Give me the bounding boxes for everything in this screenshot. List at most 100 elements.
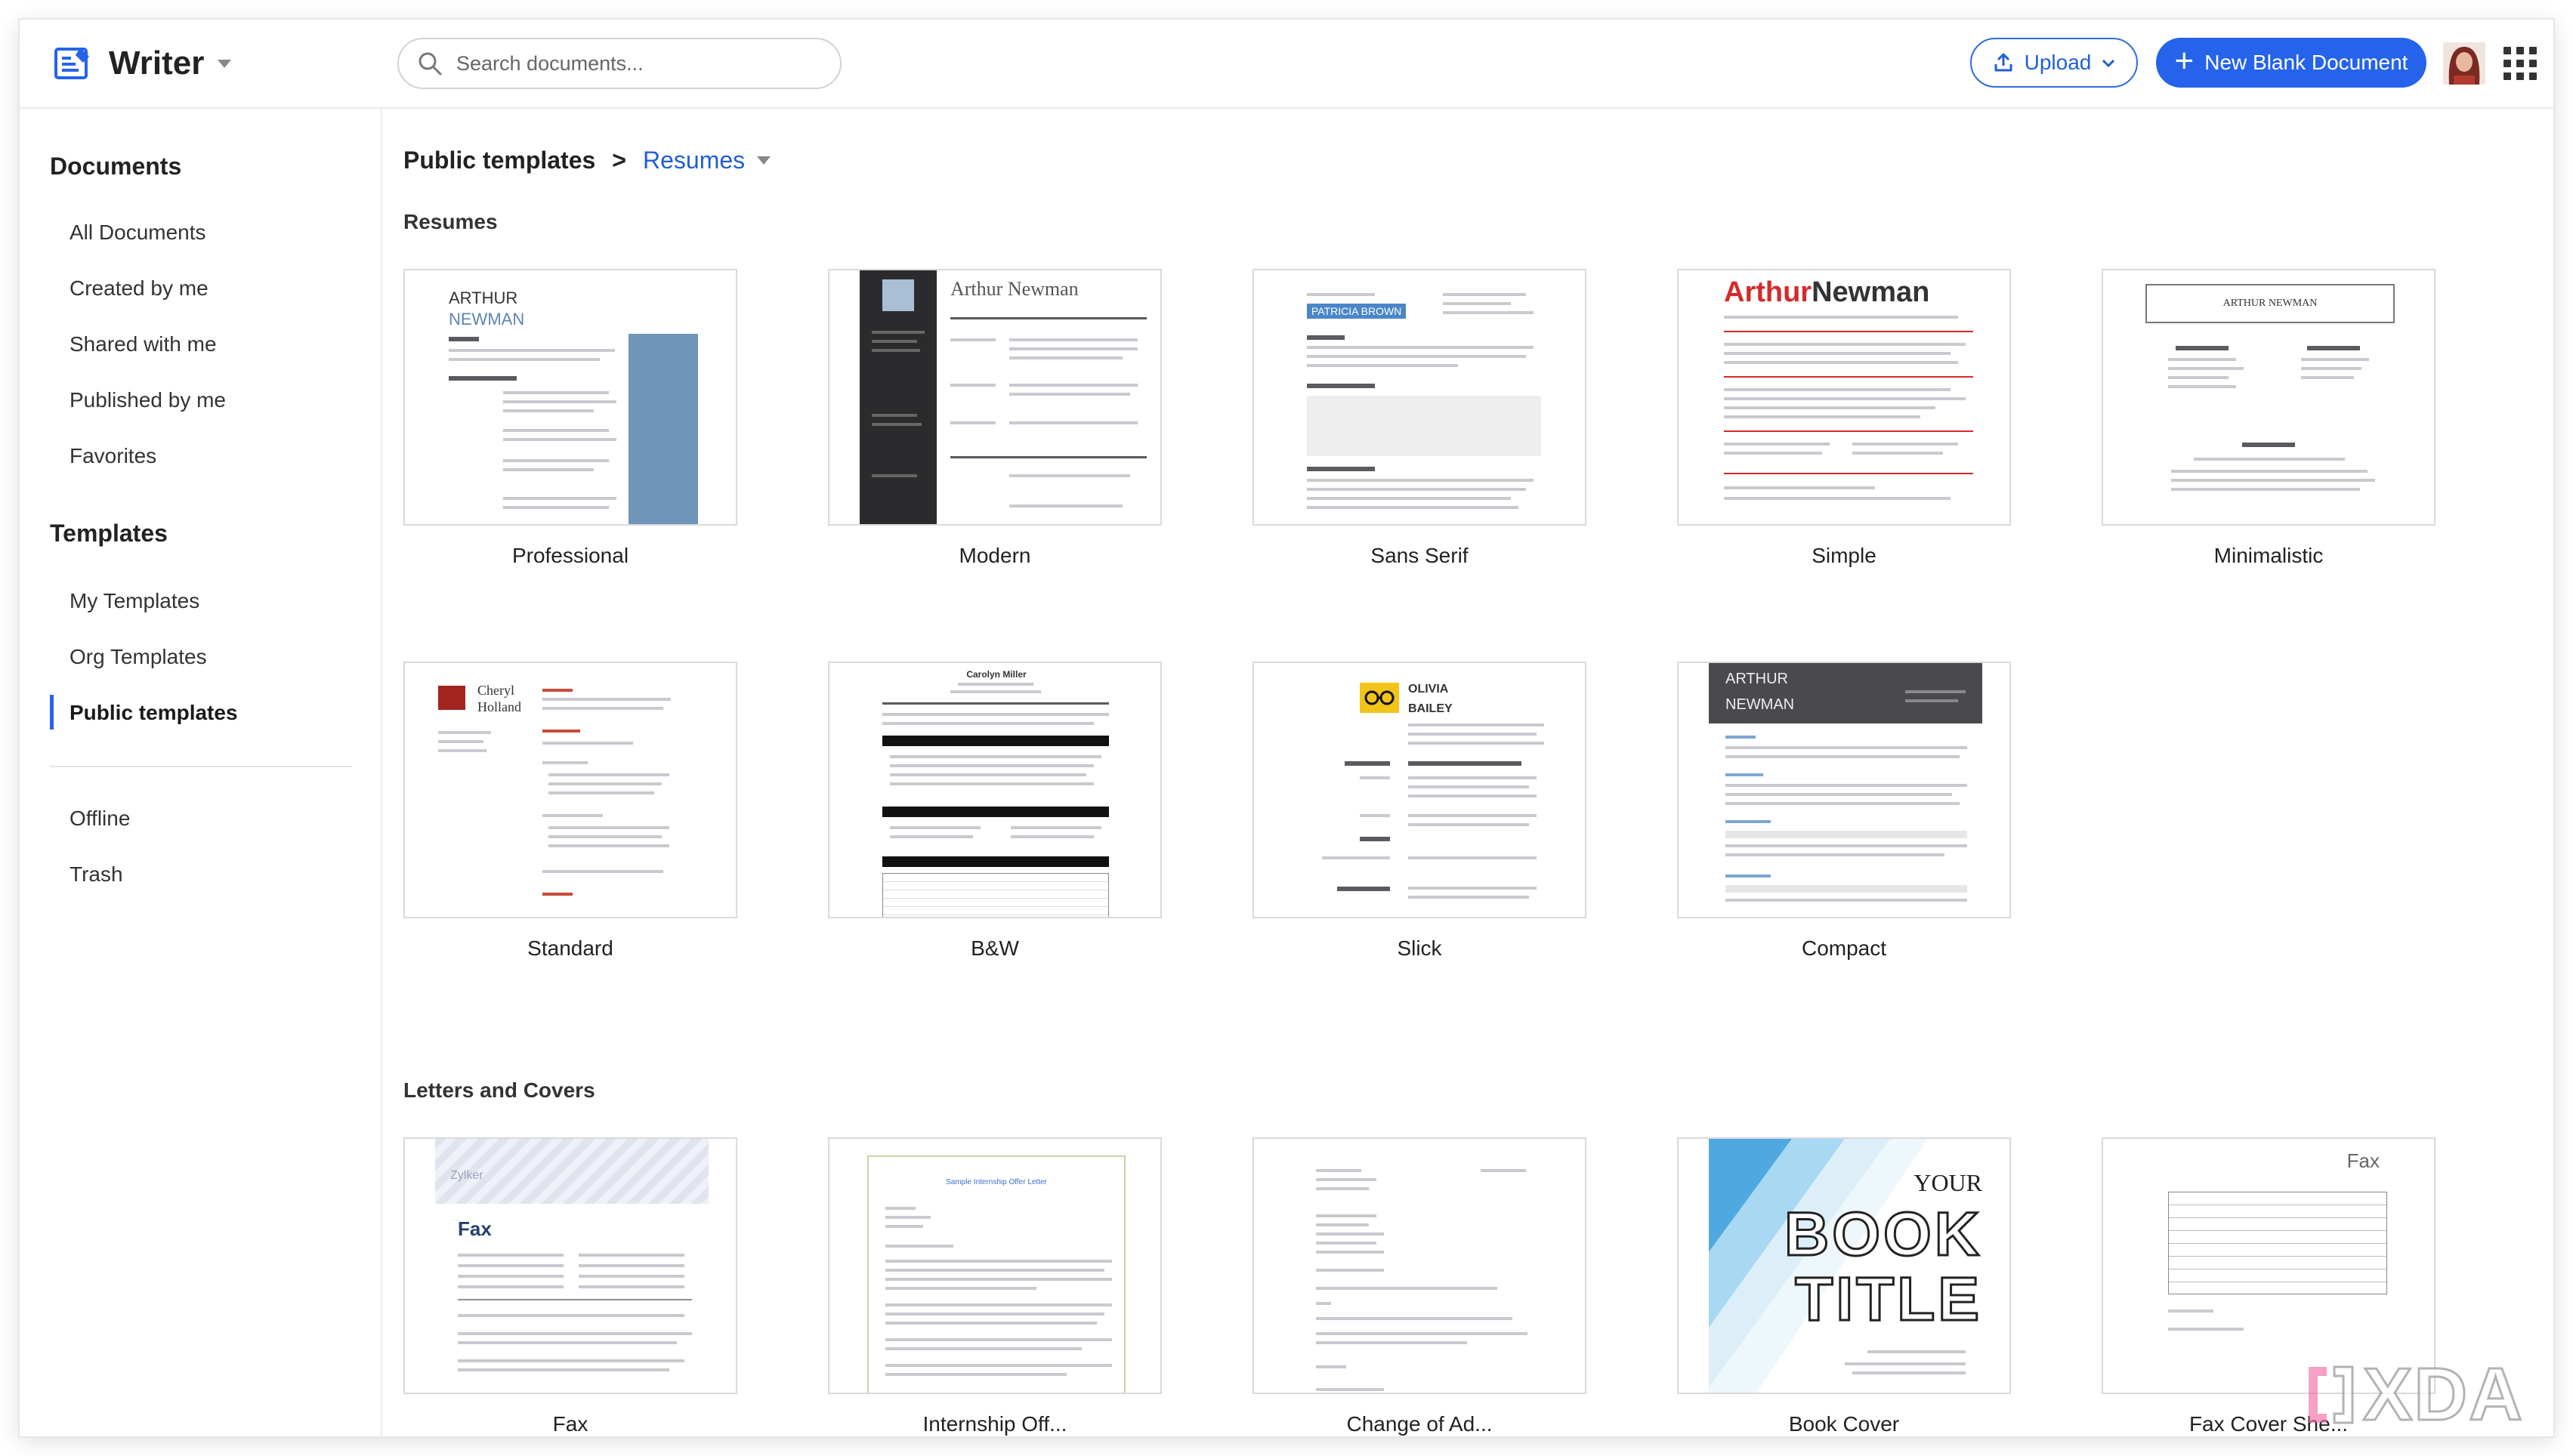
template-thumbnail: Cheryl Holland (403, 662, 737, 918)
template-card-compact[interactable]: ARTHUR NEWMAN Compact (1677, 662, 2011, 961)
template-thumbnail: Carolyn Miller (828, 662, 1162, 918)
sidebar-item-shared-with-me[interactable]: Shared with me (69, 328, 357, 361)
thumb-photo (882, 279, 914, 311)
breadcrumb-root[interactable]: Public templates (403, 147, 595, 174)
breadcrumb-separator: > (612, 147, 626, 174)
thumb-text: BAILEY (1408, 702, 1453, 715)
thumb-black-bar (882, 856, 1109, 867)
thumb-text: ARTHUR (1725, 671, 1788, 687)
plus-icon: + (2174, 42, 2195, 79)
sidebar-item-favorites[interactable]: Favorites (69, 440, 357, 473)
thumb-text: Fax (2346, 1149, 2380, 1172)
new-blank-document-button[interactable]: + New Blank Document (2156, 38, 2426, 88)
upload-button[interactable]: Upload (1970, 38, 2138, 88)
sidebar-item-created-by-me[interactable]: Created by me (69, 272, 357, 305)
template-card-simple[interactable]: ArthurNewman Simple (1677, 269, 2011, 568)
active-indicator (50, 695, 54, 730)
template-card-modern[interactable]: Arthur Newman Modern (828, 269, 1162, 568)
template-label: Fax (552, 1412, 588, 1436)
thumb-text: ArthurNewman (1724, 276, 1930, 308)
thumb-fax-table (2168, 1192, 2387, 1294)
search-input[interactable] (456, 51, 819, 76)
template-thumbnail: OLIVIA BAILEY (1253, 662, 1586, 918)
thumb-red-square (438, 686, 465, 710)
template-card-standard[interactable]: Cheryl Holland Standard (403, 662, 737, 961)
thumb-black-bar (882, 736, 1109, 746)
sidebar-item-trash[interactable]: Trash (69, 858, 357, 891)
breadcrumb-dropdown-icon[interactable] (757, 156, 771, 165)
thumb-text: Sample Internship Offer Letter (946, 1178, 1047, 1186)
template-thumbnail: PATRICIA BROWN (1253, 269, 1586, 526)
template-label: Internship Off... (922, 1412, 1067, 1436)
template-thumbnail: ARTHUR NEWMAN (403, 269, 737, 526)
thumb-text: Arthur Newman (950, 278, 1079, 300)
thumb-text: Cheryl (477, 683, 514, 698)
thumb-text: YOUR (1914, 1169, 1982, 1196)
thumb-black-bar (882, 807, 1109, 817)
template-card-internship-offer[interactable]: Sample Internship Offer Letter Internshi… (828, 1137, 1162, 1436)
thumb-text: OLIVIA (1408, 683, 1449, 696)
apps-grid-icon[interactable] (2504, 47, 2537, 80)
thumb-text: Zylker (450, 1169, 483, 1182)
chevron-down-icon (2102, 59, 2115, 68)
thumb-table (882, 873, 1109, 917)
thumb-band (1725, 831, 1967, 838)
top-bar: Writer Upload + New Blank Document (20, 20, 2553, 109)
sidebar-item-published-by-me[interactable]: Published by me (69, 384, 357, 417)
xda-logo-icon (2309, 1365, 2354, 1424)
thumb-text: Holland (477, 699, 521, 714)
breadcrumb-current[interactable]: Resumes (643, 147, 745, 174)
app-window: Writer Upload + New Blank Document (20, 20, 2553, 1436)
template-label: Sans Serif (1370, 544, 1469, 567)
section-title-resumes: Resumes (403, 210, 498, 233)
template-thumbnail: ArthurNewman (1677, 269, 2011, 526)
template-label: Compact (1801, 936, 1887, 960)
template-card-minimalistic[interactable]: ARTHUR NEWMAN Minimalistic (2102, 269, 2436, 568)
app-name: Writer (109, 45, 205, 82)
sidebar-item-all-documents[interactable]: All Documents (69, 216, 357, 249)
template-card-book-cover[interactable]: YOUR BOOK TITLE Book Cover (1677, 1137, 2011, 1436)
template-card-bw[interactable]: Carolyn Miller B&W (828, 662, 1162, 961)
user-photo (2443, 42, 2485, 85)
app-switcher-caret-icon[interactable] (218, 59, 232, 68)
template-label: Minimalistic (2213, 544, 2324, 567)
sidebar-item-offline[interactable]: Offline (69, 802, 357, 835)
template-card-slick[interactable]: OLIVIA BAILEY Slick (1253, 662, 1586, 961)
upload-label: Upload (2024, 51, 2092, 74)
template-label: Professional (511, 544, 629, 567)
thumb-glasses-icon (1360, 683, 1399, 713)
thumb-text: ARTHUR (449, 288, 518, 307)
sidebar: Documents All Documents Created by me Sh… (20, 109, 382, 1436)
template-thumbnail: Arthur Newman (828, 269, 1162, 526)
upload-icon (1994, 53, 2012, 72)
template-label: Standard (527, 936, 613, 960)
search-box[interactable] (397, 38, 842, 89)
main-content: Public templates > Resumes Resumes ARTHU… (384, 109, 2553, 1436)
template-thumbnail: Zylker Fax (403, 1137, 737, 1394)
sidebar-heading-documents: Documents (50, 153, 182, 180)
template-label: Book Cover (1788, 1412, 1900, 1436)
writer-logo-icon (54, 48, 89, 79)
template-card-sans-serif[interactable]: PATRICIA BROWN Sans Serif (1253, 269, 1586, 568)
thumb-text: ARTHUR NEWMAN (2145, 284, 2395, 323)
template-card-change-of-address[interactable]: Change of Ad... (1253, 1137, 1586, 1436)
thumb-text: Carolyn Miller (966, 669, 1027, 680)
sidebar-item-org-templates[interactable]: Org Templates (69, 640, 357, 674)
xda-watermark: XDA (2304, 1352, 2524, 1437)
thumb-band (1725, 885, 1967, 893)
sidebar-heading-templates: Templates (50, 520, 168, 547)
sidebar-item-public-templates[interactable]: Public templates (69, 696, 357, 730)
thumb-border-frame (867, 1155, 1126, 1393)
avatar[interactable] (2443, 42, 2485, 85)
sidebar-item-my-templates[interactable]: My Templates (69, 585, 357, 618)
thumb-skill-box (1307, 396, 1541, 456)
thumb-sidebar-block (629, 334, 698, 524)
template-thumbnail: YOUR BOOK TITLE (1677, 1137, 2011, 1394)
thumb-text: PATRICIA BROWN (1307, 304, 1407, 319)
search-icon (419, 52, 442, 76)
template-card-professional[interactable]: ARTHUR NEWMAN Professional (403, 269, 737, 568)
template-card-fax[interactable]: Zylker Fax Fax (403, 1137, 737, 1436)
app-logo[interactable]: Writer (53, 42, 232, 85)
template-thumbnail: ARTHUR NEWMAN (2102, 269, 2436, 526)
new-blank-document-label: New Blank Document (2204, 51, 2408, 74)
